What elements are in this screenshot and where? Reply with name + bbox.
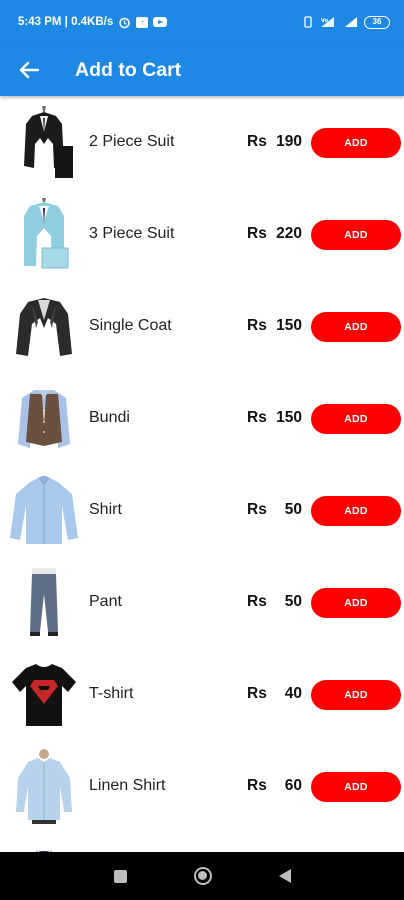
battery-icon: 36 xyxy=(364,15,390,29)
product-name: Bundi xyxy=(89,409,130,426)
product-name: Pant xyxy=(89,593,122,610)
pant-image xyxy=(30,568,58,636)
currency-label: Rs xyxy=(247,317,267,334)
two-piece-suit-image xyxy=(24,106,73,178)
svg-text:Vo: Vo xyxy=(321,18,329,24)
product-price: 40 xyxy=(284,685,302,702)
app-bar: Add to Cart xyxy=(0,44,404,96)
product-list[interactable]: 2 Piece Suit Rs 190 ADD 3 Piece Suit Rs … xyxy=(0,96,404,852)
product-name: Shirt xyxy=(89,501,122,518)
system-nav-bar xyxy=(0,852,404,900)
product-price: 50 xyxy=(284,593,302,610)
vibrate-icon xyxy=(302,16,314,28)
shirt-image xyxy=(10,476,78,544)
single-coat-image xyxy=(16,298,72,356)
product-price: 150 xyxy=(276,317,302,334)
currency-label: Rs xyxy=(247,501,267,518)
currency-label: Rs xyxy=(247,409,267,426)
product-price: 220 xyxy=(276,225,302,242)
list-item: Pant Rs 50 ADD xyxy=(0,556,404,648)
square-icon[interactable] xyxy=(113,869,127,883)
product-name: 3 Piece Suit xyxy=(89,225,175,242)
currency-label: Rs xyxy=(247,685,267,702)
product-name: Single Coat xyxy=(89,317,172,334)
currency-label: Rs xyxy=(247,133,267,150)
add-button[interactable]: ADD xyxy=(311,680,401,710)
partial-product-image xyxy=(36,850,52,852)
tshirt-image xyxy=(12,664,76,726)
currency-label: Rs xyxy=(247,225,267,242)
status-time: 5:43 PM | 0.4KB/s xyxy=(18,16,114,28)
add-button[interactable]: ADD xyxy=(311,772,401,802)
list-item: T-shirt Rs 40 ADD xyxy=(0,648,404,740)
bundi-image xyxy=(18,390,70,448)
product-name: Linen Shirt xyxy=(89,777,166,794)
list-item: 3 Piece Suit Rs 220 ADD xyxy=(0,188,404,280)
list-item: Shirt Rs 50 ADD xyxy=(0,464,404,556)
product-price: 150 xyxy=(276,409,302,426)
currency-label: Rs xyxy=(247,777,267,794)
add-button[interactable]: ADD xyxy=(311,312,401,342)
product-price: 60 xyxy=(284,777,302,794)
add-button[interactable]: ADD xyxy=(311,404,401,434)
list-item: 2 Piece Suit Rs 190 ADD xyxy=(0,96,404,188)
circle-icon[interactable] xyxy=(193,867,212,885)
product-name: T-shirt xyxy=(89,685,134,702)
list-item: Single Coat Rs 150 ADD xyxy=(0,280,404,372)
product-name: 2 Piece Suit xyxy=(89,133,175,150)
product-price: 190 xyxy=(276,133,302,150)
linen-shirt-image xyxy=(16,749,72,824)
triangle-back-icon[interactable] xyxy=(278,869,291,883)
list-item: Bundi Rs 150 ADD xyxy=(0,372,404,464)
back-button[interactable] xyxy=(0,44,58,96)
arrow-back-icon xyxy=(19,61,39,79)
three-piece-suit-image xyxy=(24,198,69,269)
currency-label: Rs xyxy=(247,593,267,610)
page-title: Add to Cart xyxy=(75,58,182,81)
add-button[interactable]: ADD xyxy=(311,220,401,250)
youtube-icon xyxy=(153,17,168,27)
status-bar: 5:43 PM | 0.4KB/s ↑ Vo 36 xyxy=(0,0,404,44)
list-item: Linen Shirt Rs 60 ADD xyxy=(0,740,404,832)
notification-icon: ↑ xyxy=(136,16,149,28)
list-item xyxy=(0,832,404,852)
add-button[interactable]: ADD xyxy=(311,128,401,158)
wifi-signal-icon: Vo xyxy=(320,16,338,28)
add-button[interactable]: ADD xyxy=(311,588,401,618)
alarm-icon xyxy=(118,16,131,29)
add-button[interactable]: ADD xyxy=(311,496,401,526)
cell-signal-icon xyxy=(344,16,358,28)
product-price: 50 xyxy=(284,501,302,518)
